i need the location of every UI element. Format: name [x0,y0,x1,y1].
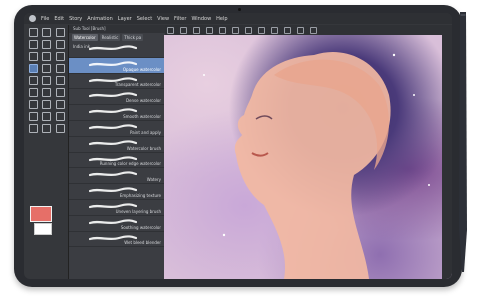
brush-item[interactable]: Dense watercolor [69,89,165,106]
menu-animation[interactable]: Animation [87,16,113,22]
flip-icon[interactable] [271,26,278,34]
redo-icon[interactable] [180,26,187,34]
brush-item-label: Uneven layering brush [115,208,161,214]
brush-item-label: Transparent watercolor [114,82,161,88]
menu-bar: File Edit Story Animation Layer Select V… [24,13,452,24]
brush-tool-icon[interactable] [29,63,39,73]
brush-tabs: Watercolor Realistic Thick pa [69,33,165,42]
blend-tool-icon[interactable] [42,75,52,85]
menu-filter[interactable]: Filter [174,16,186,22]
text-tool-icon[interactable] [42,99,52,109]
brush-item-label: Running color edge watercolor [99,161,161,167]
brush-stroke-preview [89,171,137,177]
wand-tool-icon[interactable] [55,39,65,49]
clear-icon[interactable] [206,26,213,34]
transform-icon[interactable] [219,26,226,34]
menu-file[interactable]: File [41,16,49,22]
zoom-tool-icon[interactable] [29,27,39,37]
layer-move-tool-icon[interactable] [55,111,65,121]
portrait-painting [203,51,430,279]
sub-color-swatch[interactable] [34,223,52,235]
brush-item[interactable]: Running color edge watercolor [69,153,165,169]
brush-item[interactable]: India ink [69,42,165,58]
pen-tool-icon[interactable] [42,51,52,61]
menu-view[interactable]: View [157,16,169,22]
brush-item[interactable]: Watery [69,168,165,185]
app-screen: File Edit Story Animation Layer Select V… [24,13,452,279]
brush-item[interactable]: Paint and apply [69,121,165,137]
operation-tool-icon[interactable] [42,111,52,121]
figure-tool-icon[interactable] [42,87,52,97]
brush-item-label: Dense watercolor [125,98,161,104]
brush-item-label: Watery [146,177,161,183]
menu-layer[interactable]: Layer [118,16,132,22]
tablet-device: File Edit Story Animation Layer Select V… [14,5,462,287]
brush-item[interactable]: Transparent watercolor [69,74,165,90]
gradient-tool-icon[interactable] [29,87,39,97]
transparent-tool-icon[interactable] [29,123,39,133]
tab-watercolor[interactable]: Watercolor [72,34,98,41]
brush-item-label: Watercolor brush [126,145,161,151]
frame-tool-icon[interactable] [55,87,65,97]
sub-tool-panel: Sub Tool [Brush] Watercolor Realistic Th… [68,25,165,279]
hand-tool-icon[interactable] [55,27,65,37]
app-logo-icon[interactable] [29,15,36,22]
brush-item-label: Wet bleed blender [124,240,161,246]
eraser-tool-icon[interactable] [29,75,39,85]
fill-tool-icon[interactable] [55,75,65,85]
brush-item-label: Opaque watercolor [122,66,161,72]
save-icon[interactable] [193,26,200,34]
line-correction-tool-icon[interactable] [29,111,39,121]
selection-tool-icon[interactable] [29,39,39,49]
tab-realistic[interactable]: Realistic [99,34,121,41]
brush-item[interactable]: Soothing watercolor [69,216,165,232]
rotate-icon[interactable] [284,26,291,34]
lasso-tool-icon[interactable] [42,39,52,49]
right-side-panel [442,35,452,279]
brush-item-label: Soothing watercolor [120,224,161,230]
brush-list: India ink Opaque watercolor Transparent wa… [69,42,165,248]
fill-icon[interactable] [258,26,265,34]
brush-item[interactable]: Watercolor brush [69,137,165,153]
menu-edit[interactable]: Edit [54,16,64,22]
color-mix-tool-icon[interactable] [42,123,52,133]
brush-item[interactable]: Wet bleed blender [69,232,165,248]
vector-tool-icon[interactable] [55,123,65,133]
menu-story[interactable]: Story [69,16,82,22]
brush-item-label: Emphasizing texture [119,192,161,198]
camera-icon [238,8,241,11]
ruler-tool-icon[interactable] [29,99,39,109]
brush-item[interactable]: Opaque watercolor [69,57,165,74]
menu-select[interactable]: Select [137,16,152,22]
menu-window[interactable]: Window [191,16,211,22]
zoom-in-icon[interactable] [297,26,304,34]
decoration-tool-icon[interactable] [55,63,65,73]
brush-item[interactable]: Uneven layering brush [69,200,165,216]
menu-help[interactable]: Help [216,16,227,22]
brush-item[interactable]: Emphasizing texture [69,184,165,200]
brush-item-label: India ink [73,44,91,49]
tool-palette [27,27,67,227]
stylus-pen [459,12,467,272]
brush-item[interactable]: Smooth watercolor [69,105,165,121]
eyedropper-tool-icon[interactable] [29,51,39,61]
canvas-artwork[interactable] [164,35,452,279]
sub-tool-header: Sub Tool [Brush] [69,25,165,33]
invert-selection-icon[interactable] [245,26,252,34]
pencil-tool-icon[interactable] [55,51,65,61]
brush-item-label: Smooth watercolor [123,113,161,119]
balloon-tool-icon[interactable] [55,99,65,109]
airbrush-tool-icon[interactable] [42,63,52,73]
tab-thick-paint[interactable]: Thick pa [122,34,144,41]
deselect-icon[interactable] [232,26,239,34]
command-bar [164,25,452,35]
brush-item-label: Paint and apply [130,129,161,135]
move-tool-icon[interactable] [42,27,52,37]
undo-icon[interactable] [167,26,174,34]
zoom-out-icon[interactable] [310,26,317,34]
brush-stroke-preview [89,45,137,51]
main-color-swatch[interactable] [30,206,52,222]
